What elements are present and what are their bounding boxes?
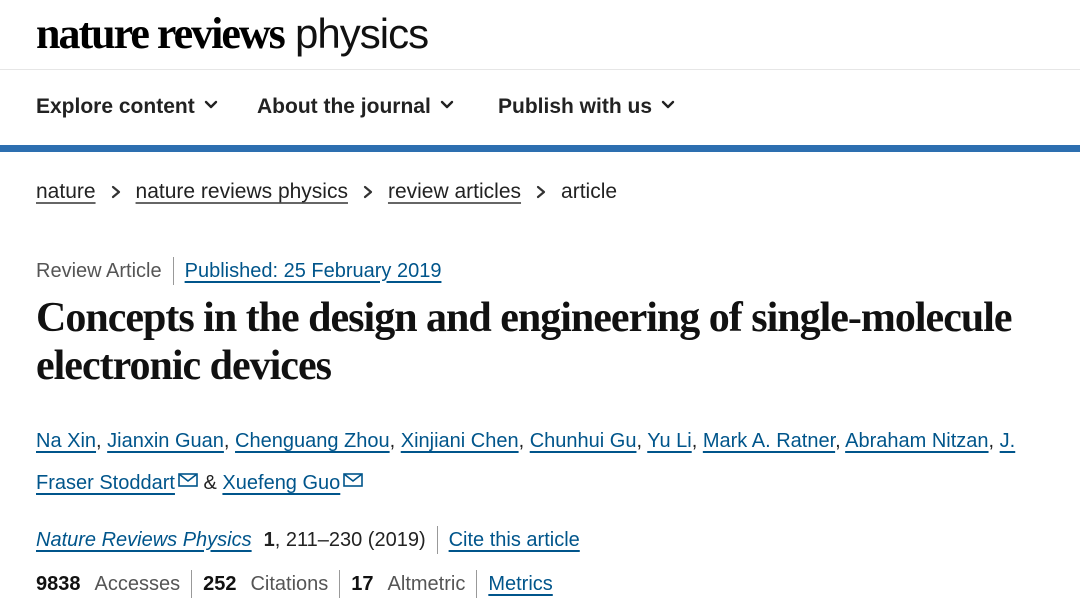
citations-count: 252	[203, 572, 237, 595]
mail-icon[interactable]	[178, 473, 198, 487]
metrics-divider	[476, 570, 478, 598]
meta-divider	[172, 257, 174, 285]
metrics-link[interactable]: Metrics	[488, 573, 552, 596]
breadcrumb-link-review-articles[interactable]: review articles	[388, 180, 521, 204]
article-meta: Review Article Published: 25 February 20…	[36, 257, 441, 285]
nav-accent-bar	[0, 145, 1080, 152]
metrics-divider	[339, 570, 341, 598]
article-metrics: 9838 Accesses 252 Citations 17 Altmetric…	[36, 570, 553, 598]
cite-article-link[interactable]: Cite this article	[449, 529, 580, 552]
breadcrumb-link-journal[interactable]: nature reviews physics	[136, 180, 348, 204]
nav-about-journal[interactable]: About the journal	[257, 95, 454, 119]
chevron-right-icon	[536, 185, 546, 199]
nav-publish-with-us[interactable]: Publish with us	[498, 95, 675, 119]
author-link[interactable]: Chenguang Zhou	[235, 430, 390, 452]
author-link[interactable]: Na Xin	[36, 430, 96, 452]
author-link[interactable]: Xinjiani Chen	[401, 430, 519, 452]
chevron-down-icon	[204, 100, 217, 109]
citation-divider	[436, 526, 438, 554]
journal-name-link[interactable]: Nature Reviews Physics	[36, 529, 252, 552]
author-link[interactable]: Abraham Nitzan	[845, 430, 988, 452]
chevron-down-icon	[440, 100, 454, 109]
logo-bold-text: nature reviews	[36, 9, 286, 58]
accesses-count: 9838	[36, 572, 81, 595]
nav-explore-content-label: Explore content	[36, 95, 195, 118]
breadcrumb: nature nature reviews physics review art…	[36, 180, 617, 204]
author-separator: ,	[96, 430, 102, 452]
metrics-divider	[191, 570, 193, 598]
altmetric-count: 17	[351, 572, 374, 595]
article-title: Concepts in the design and engineering o…	[36, 295, 1013, 389]
author-separator: ,	[518, 430, 525, 452]
nav-about-journal-label: About the journal	[257, 95, 431, 118]
author-link[interactable]: Jianxin Guan	[107, 430, 224, 452]
author-link[interactable]: Xuefeng Guo	[222, 472, 340, 494]
citation-info: Nature Reviews Physics 1 , 211–230 (2019…	[36, 526, 580, 554]
nav-publish-with-us-label: Publish with us	[498, 95, 653, 118]
author-separator: ,	[988, 430, 995, 452]
chevron-right-icon	[111, 185, 120, 199]
pages-year: , 211–230 (2019)	[274, 528, 426, 551]
citations-label: Citations	[250, 572, 329, 595]
author-link[interactable]: Chunhui Gu	[530, 430, 637, 452]
breadcrumb-current: article	[561, 180, 618, 203]
altmetric-label: Altmetric	[387, 572, 466, 595]
author-separator: ,	[835, 430, 841, 452]
volume-number: 1	[263, 528, 275, 551]
author-link[interactable]: Yu Li	[647, 430, 691, 452]
chevron-down-icon	[661, 100, 675, 109]
logo-light-text: physics	[295, 10, 429, 57]
author-separator: ,	[223, 430, 230, 452]
accesses-label: Accesses	[94, 572, 181, 595]
article-type: Review Article	[36, 259, 162, 282]
author-separator: ,	[691, 430, 698, 452]
site-header: nature reviews physics	[0, 0, 1080, 70]
author-separator: ,	[389, 430, 396, 452]
chevron-right-icon	[363, 185, 373, 199]
author-conjunction: &	[203, 472, 217, 494]
nav-explore-content[interactable]: Explore content	[36, 95, 218, 119]
author-link[interactable]: Mark A. Ratner	[703, 430, 835, 452]
published-date-link[interactable]: Published: 25 February 2019	[185, 260, 442, 283]
journal-logo[interactable]: nature reviews physics	[36, 6, 429, 62]
breadcrumb-link-nature[interactable]: nature	[36, 180, 96, 204]
main-nav: Explore content About the journal Publis…	[0, 71, 1080, 145]
mail-icon[interactable]	[343, 473, 364, 487]
author-separator: ,	[636, 430, 643, 452]
author-list: Na Xin, Jianxin Guan, Chenguang Zhou, Xi…	[36, 420, 1066, 504]
